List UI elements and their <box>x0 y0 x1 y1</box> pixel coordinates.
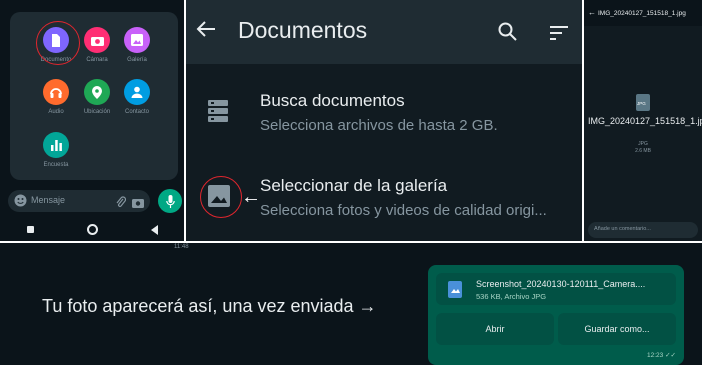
back-arrow-icon[interactable] <box>196 20 216 43</box>
microphone-button[interactable] <box>158 189 182 213</box>
double-check-icon: ✓✓ <box>665 352 676 359</box>
preview-meta: JPG 2.6 MB <box>635 141 651 154</box>
message-bubble: Screenshot_20240130-120111_Camera.... 53… <box>428 265 684 365</box>
attach-contact-button[interactable]: Contacto <box>117 79 157 115</box>
attach-camera-button[interactable]: Cámara <box>77 27 117 63</box>
comment-input[interactable]: Añade un comentario... <box>588 222 698 238</box>
preview-panel: ← IMG_20240127_151518_1.jpg JPG IMG_2024… <box>584 0 702 241</box>
right-arrow-icon: → <box>358 296 377 316</box>
microphone-icon <box>165 194 175 208</box>
home-icon[interactable] <box>86 224 98 235</box>
documents-header: Documentos <box>186 0 582 64</box>
search-icon[interactable] <box>498 22 517 46</box>
camera-small-icon[interactable] <box>132 195 144 213</box>
attach-poll-button[interactable]: Encuesta <box>36 132 76 168</box>
attach-clip-icon[interactable] <box>116 195 127 213</box>
save-as-button[interactable]: Guardar como... <box>558 313 676 345</box>
person-icon <box>124 79 150 105</box>
headphones-icon <box>43 79 69 105</box>
gallery-icon <box>124 27 150 53</box>
message-time: 12:23 ✓✓ <box>647 352 676 359</box>
attach-audio-button[interactable]: Audio <box>36 79 76 115</box>
recents-icon[interactable] <box>26 226 34 233</box>
date-stamp: 11:48 <box>174 244 189 250</box>
message-input[interactable]: Mensaje <box>8 190 150 212</box>
chat-panel: 11:48 Tu foto aparecerá así, una vez env… <box>0 243 702 365</box>
pointer-arrow-icon: ← <box>241 186 261 208</box>
camera-icon <box>84 27 110 53</box>
preview-filename: IMG_20240127_151518_1.jpg <box>588 116 702 126</box>
browse-documents-icon <box>208 100 228 127</box>
highlight-circle <box>36 21 80 65</box>
back-arrow-icon[interactable]: ← <box>588 8 596 17</box>
attach-gallery-button[interactable]: Galería <box>117 27 157 63</box>
location-pin-icon <box>84 79 110 105</box>
back-icon[interactable] <box>150 224 158 235</box>
poll-icon <box>43 132 69 158</box>
emoji-icon[interactable] <box>14 194 27 212</box>
documents-panel: Documentos Busca documentos Selecciona a… <box>186 0 582 241</box>
android-nav-bar <box>0 218 184 241</box>
highlight-circle <box>200 176 242 218</box>
caption-text: Tu foto aparecerá así, una vez enviada → <box>42 296 377 316</box>
attach-sheet: Documento Cámara Galería Audio Ubicación <box>10 12 178 180</box>
file-icon: JPG <box>636 94 650 111</box>
image-file-icon <box>448 281 462 298</box>
preview-header: ← IMG_20240127_151518_1.jpg <box>584 0 702 26</box>
open-button[interactable]: Abrir <box>436 313 554 345</box>
file-attachment[interactable]: Screenshot_20240130-120111_Camera.... 53… <box>436 273 676 305</box>
page-title: Documentos <box>238 17 368 43</box>
sort-icon[interactable] <box>550 26 568 45</box>
attach-location-button[interactable]: Ubicación <box>77 79 117 115</box>
attach-menu-panel: → Documento Cámara Galería Audio <box>0 0 184 241</box>
